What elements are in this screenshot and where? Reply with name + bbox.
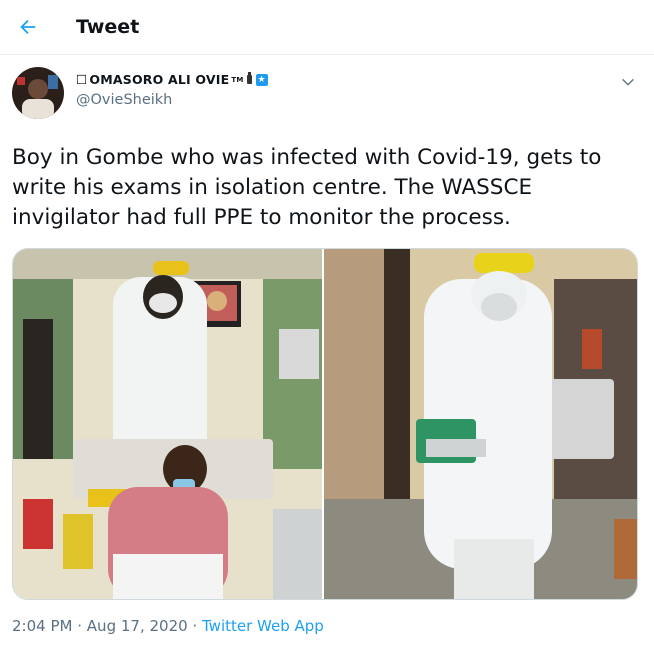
tweet-text: Boy in Gombe who was infected with Covid…: [12, 145, 602, 230]
tweet-date[interactable]: Aug 17, 2020: [87, 617, 188, 635]
flag-badge-icon: ★: [255, 73, 268, 86]
tweet-author: ☐ OMASORO ALI OVIE TM ★ @OvieSheikh: [0, 55, 654, 119]
display-name-text: OMASORO ALI OVIE: [89, 72, 230, 87]
tweet-metadata: 2:04 PM · Aug 17, 2020 · Twitter Web App: [12, 617, 324, 635]
tweet-media: [12, 248, 638, 600]
back-button[interactable]: [6, 7, 50, 47]
media-photo-1[interactable]: [13, 249, 322, 599]
tweet-header: Tweet: [0, 0, 654, 55]
trademark-text: TM: [231, 75, 244, 84]
avatar[interactable]: [12, 67, 64, 119]
chevron-down-icon: [622, 78, 634, 86]
more-options-button[interactable]: [620, 75, 636, 95]
author-names: ☐ OMASORO ALI OVIE TM ★ @OvieSheikh: [76, 72, 268, 108]
tweet-source-link[interactable]: Twitter Web App: [202, 617, 324, 635]
name-prefix-glyph: ☐: [76, 72, 88, 87]
media-photo-2[interactable]: [324, 249, 637, 599]
separator-dot: ·: [192, 617, 198, 635]
user-handle[interactable]: @OvieSheikh: [76, 92, 268, 108]
display-name[interactable]: ☐ OMASORO ALI OVIE TM ★: [76, 72, 268, 87]
tweet-time[interactable]: 2:04 PM: [12, 617, 72, 635]
page-title: Tweet: [76, 16, 140, 38]
arrow-left-icon: [20, 19, 36, 35]
separator-dot: ·: [77, 617, 83, 635]
fire-extinguisher-icon: [246, 72, 254, 87]
